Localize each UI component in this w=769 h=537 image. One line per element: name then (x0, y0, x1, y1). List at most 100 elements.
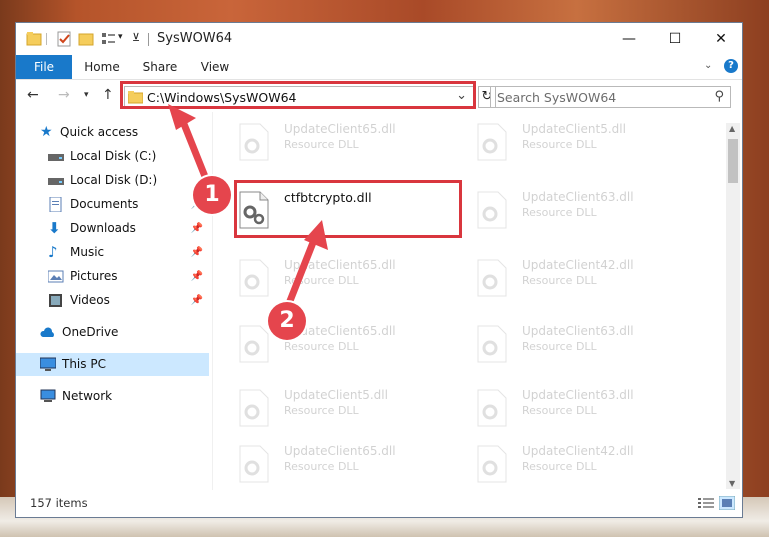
dll-file-icon (477, 259, 507, 297)
step-2-badge: 2 (268, 302, 306, 340)
tab-home[interactable]: Home (78, 55, 126, 79)
file-type: Resource DLL (284, 138, 359, 151)
sidebar-item-network[interactable]: Network (16, 385, 209, 408)
sidebar-item-label: This PC (62, 357, 106, 371)
sidebar-item-label: Pictures (70, 269, 118, 283)
scroll-up-icon[interactable]: ▲ (729, 124, 735, 133)
status-bar: 157 items (16, 491, 742, 517)
list-item[interactable]: UpdateClient5.dll Resource DLL (454, 116, 684, 170)
sidebar-item-label: Local Disk (C:) (70, 149, 157, 163)
computer-icon (40, 357, 56, 371)
cloud-icon (40, 327, 54, 337)
maximize-button[interactable]: ☐ (652, 23, 698, 55)
search-input[interactable]: Search SysWOW64 ⚲ (490, 86, 731, 108)
back-arrow-icon[interactable]: ← (27, 87, 39, 103)
file-type: Resource DLL (522, 274, 597, 287)
dll-file-icon (477, 389, 507, 427)
dll-file-icon (239, 259, 269, 297)
dll-file-icon (477, 123, 507, 161)
sidebar-item-documents[interactable]: Documents 📌 (16, 193, 209, 216)
sidebar-item-pictures[interactable]: Pictures 📌 (16, 265, 209, 288)
close-button[interactable]: ✕ (698, 23, 742, 55)
tab-file[interactable]: File (16, 55, 72, 79)
window-title: SysWOW64 (157, 31, 233, 46)
customize-icon[interactable] (100, 30, 116, 48)
file-name: UpdateClient65.dll (284, 258, 396, 272)
scroll-down-icon[interactable]: ▼ (729, 479, 735, 488)
pin-icon: 📌 (190, 223, 203, 234)
sidebar-item-onedrive[interactable]: OneDrive (16, 321, 209, 344)
navigation-pane: ★ Quick access Local Disk (C:) Local Dis… (16, 118, 212, 490)
list-item[interactable]: UpdateClient5.dll Resource DLL (216, 382, 446, 436)
file-type: Resource DLL (284, 404, 359, 417)
ribbon: File Home Share View ⌄ ? (16, 55, 742, 80)
new-folder-icon[interactable] (78, 30, 94, 48)
sidebar-item-local-disk-d[interactable]: Local Disk (D:) (16, 169, 209, 192)
file-name: UpdateClient65.dll (284, 122, 396, 136)
list-item[interactable]: UpdateClient63.dll Resource DLL (454, 382, 684, 436)
dll-file-icon (239, 445, 269, 483)
title-bar: ▾ ⊻ SysWOW64 — ☐ ✕ (16, 23, 742, 55)
vertical-scrollbar[interactable]: ▲ ▼ (726, 123, 740, 489)
music-icon: ♪ (48, 243, 58, 261)
sidebar-item-music[interactable]: ♪ Music 📌 (16, 241, 209, 264)
tab-view[interactable]: View (192, 55, 238, 79)
chevron-down-icon[interactable]: ▾ (118, 32, 123, 42)
file-type: Resource DLL (522, 340, 597, 353)
pin-icon: 📌 (190, 295, 203, 306)
details-view-icon[interactable] (698, 497, 714, 510)
sidebar-item-label: Network (62, 389, 113, 403)
download-icon: ⬇ (48, 219, 61, 237)
sidebar-item-this-pc[interactable]: This PC (16, 353, 209, 376)
list-item[interactable]: UpdateClient65.dll Resource DLL (216, 252, 446, 306)
dll-file-icon (477, 191, 507, 229)
file-name: UpdateClient42.dll (522, 258, 634, 272)
list-item[interactable]: UpdateClient63.dll Resource DLL (454, 184, 684, 238)
list-item[interactable]: UpdateClient65.dll Resource DLL (216, 318, 446, 372)
dll-file-icon (477, 445, 507, 483)
file-highlight-box (234, 180, 462, 238)
sidebar-item-label: Videos (70, 293, 110, 307)
list-item[interactable]: UpdateClient42.dll Resource DLL (454, 438, 684, 492)
drive-icon (48, 154, 64, 161)
pictures-icon (48, 270, 64, 283)
sidebar-item-quick-access[interactable]: ★ Quick access (16, 121, 209, 144)
step-1-badge: 1 (193, 176, 231, 214)
close-icon: ✕ (715, 31, 727, 47)
list-item[interactable]: UpdateClient63.dll Resource DLL (454, 318, 684, 372)
file-name: UpdateClient63.dll (522, 388, 634, 402)
sidebar-item-label: Downloads (70, 221, 136, 235)
file-name: UpdateClient5.dll (284, 388, 388, 402)
ribbon-expand-icon[interactable]: ⌄ (704, 60, 712, 71)
list-item[interactable]: UpdateClient65.dll Resource DLL (216, 438, 446, 492)
large-icons-view-icon[interactable] (719, 496, 735, 510)
title-separator (148, 33, 149, 46)
file-type: Resource DLL (284, 460, 359, 473)
sidebar-item-local-disk-c[interactable]: Local Disk (C:) (16, 145, 209, 168)
help-icon[interactable]: ? (724, 59, 738, 73)
qa-dropdown-icon[interactable]: ⊻ (132, 31, 140, 44)
list-item[interactable]: UpdateClient42.dll Resource DLL (454, 252, 684, 306)
file-name: UpdateClient65.dll (284, 444, 396, 458)
address-highlight-box (120, 81, 476, 109)
recent-locations-icon[interactable]: ▾ (84, 90, 89, 100)
network-icon (40, 389, 56, 402)
sidebar-item-label: Music (70, 245, 105, 259)
tab-share[interactable]: Share (136, 55, 184, 79)
star-icon: ★ (40, 124, 53, 140)
properties-icon[interactable] (56, 30, 72, 48)
file-type: Resource DLL (522, 404, 597, 417)
sidebar-item-videos[interactable]: Videos 📌 (16, 289, 209, 312)
qa-separator (46, 33, 47, 45)
maximize-icon: ☐ (668, 31, 682, 47)
list-item[interactable]: UpdateClient65.dll Resource DLL (216, 116, 446, 170)
scrollbar-thumb[interactable] (728, 139, 738, 183)
sidebar-item-downloads[interactable]: ⬇ Downloads 📌 (16, 217, 209, 240)
pin-icon: 📌 (190, 247, 203, 258)
file-name: UpdateClient42.dll (522, 444, 634, 458)
forward-arrow-icon[interactable]: → (58, 87, 70, 103)
folder-icon (26, 32, 42, 46)
up-arrow-icon[interactable]: ↑ (102, 87, 114, 103)
videos-icon (49, 294, 62, 307)
minimize-button[interactable]: — (606, 23, 652, 55)
